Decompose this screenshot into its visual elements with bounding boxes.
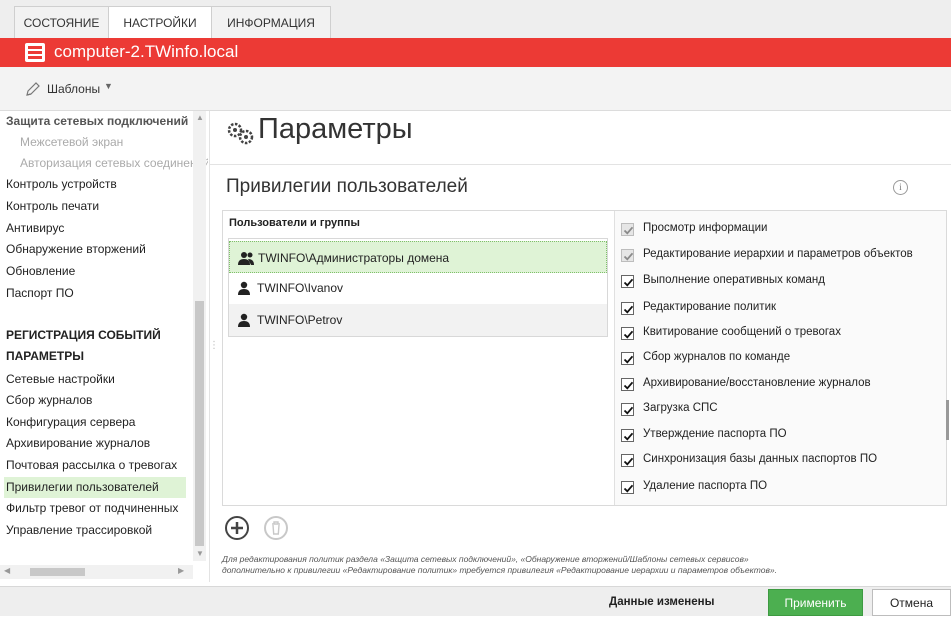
group-icon	[238, 252, 254, 265]
gears-icon	[227, 122, 254, 145]
sidebar-item-alarm-mailing[interactable]: Почтовая рассылка о тревогах	[6, 455, 194, 476]
user-icon	[238, 313, 250, 327]
permission-label: Архивирование/восстановление журналов	[643, 377, 871, 389]
permission-checkbox[interactable]	[621, 429, 634, 442]
sidebar-item-network-protection[interactable]: Защита сетевых подключений	[6, 111, 194, 132]
user-icon	[238, 281, 250, 295]
user-name: TWINFO\Администраторы домена	[258, 251, 450, 265]
right-scrollbar-edge[interactable]	[946, 400, 949, 440]
permission-checkbox[interactable]	[621, 403, 634, 416]
host-name: computer-2.TWinfo.local	[54, 42, 239, 61]
server-icon	[25, 43, 45, 62]
permission-label: Сбор журналов по команде	[643, 351, 791, 363]
privileges-note: Для редактирования политик раздела «Защи…	[222, 554, 947, 576]
permission-label: Редактирование иерархии и параметров объ…	[643, 248, 913, 260]
permission-label: Редактирование политик	[643, 301, 777, 313]
sidebar-item-connection-auth[interactable]: Авторизация сетевых соединений	[20, 153, 208, 174]
add-icon[interactable]	[224, 515, 250, 541]
sidebar-item-log-collection[interactable]: Сбор журналов	[6, 390, 194, 411]
templates-button[interactable]: Шаблоны	[47, 82, 100, 96]
sidebar-item-update[interactable]: Обновление	[6, 261, 194, 282]
permission-label: Просмотр информации	[643, 222, 768, 234]
permission-label: Утверждение паспорта ПО	[643, 428, 787, 440]
section-title: Привилегии пользователей	[226, 176, 468, 197]
permission-label: Удаление паспорта ПО	[643, 480, 768, 492]
user-name: TWINFO\Petrov	[257, 313, 343, 327]
sidebar-header-event-logging[interactable]: РЕГИСТРАЦИЯ СОБЫТИЙ	[6, 325, 194, 346]
templates-toolbar: Шаблоны ▼	[0, 67, 951, 111]
note-line-1: Для редактирования политик раздела «Защи…	[222, 554, 749, 564]
cancel-button[interactable]: Отмена	[872, 589, 951, 616]
tab-settings[interactable]: НАСТРОЙКИ	[108, 6, 212, 39]
footer-bar: Данные изменены Применить Отмена	[0, 586, 951, 616]
sidebar-item-software-passport[interactable]: Паспорт ПО	[6, 283, 194, 304]
sidebar-item-device-control[interactable]: Контроль устройств	[6, 174, 194, 195]
permission-checkbox[interactable]	[621, 481, 634, 494]
scroll-up-icon[interactable]: ▲	[196, 113, 204, 122]
user-name: TWINFO\Ivanov	[257, 281, 344, 295]
sidebar-item-print-control[interactable]: Контроль печати	[6, 196, 194, 217]
sidebar-item-intrusion-detection[interactable]: Обнаружение вторжений	[6, 239, 194, 260]
sidebar-item-user-privileges[interactable]: Привилегии пользователей	[4, 477, 186, 498]
host-bar: computer-2.TWinfo.local	[0, 38, 951, 67]
permission-label: Квитирование сообщений о тревогах	[643, 326, 841, 338]
scrollbar-thumb[interactable]	[30, 568, 85, 576]
permission-checkbox[interactable]	[621, 378, 634, 391]
permission-checkbox[interactable]	[621, 352, 634, 365]
permission-label: Выполнение оперативных команд	[643, 274, 825, 286]
top-tab-bar: СОСТОЯНИЕ НАСТРОЙКИ ИНФОРМАЦИЯ	[0, 0, 951, 39]
sidebar-item-network-settings[interactable]: Сетевые настройки	[6, 369, 194, 390]
pencil-icon[interactable]	[24, 80, 42, 98]
sidebar-horizontal-scrollbar[interactable]: ◀ ▶	[0, 565, 193, 579]
user-row-petrov[interactable]: TWINFO\Petrov	[229, 304, 607, 336]
sidebar-vertical-scrollbar[interactable]: ▲ ▼	[193, 111, 206, 561]
permission-checkbox[interactable]	[621, 327, 634, 340]
sidebar-item-alarm-filter[interactable]: Фильтр тревог от подчиненных	[6, 498, 194, 519]
chevron-down-icon[interactable]: ▼	[104, 81, 113, 91]
user-row-ivanov[interactable]: TWINFO\Ivanov	[229, 272, 607, 304]
info-icon[interactable]: i	[893, 180, 908, 195]
permission-checkbox[interactable]	[621, 454, 634, 467]
page-title: Параметры	[258, 113, 413, 145]
sidebar-item-log-archiving[interactable]: Архивирование журналов	[6, 433, 194, 454]
sidebar-header-parameters[interactable]: ПАРАМЕТРЫ	[6, 346, 194, 367]
scroll-left-icon[interactable]: ◀	[4, 566, 10, 575]
permission-label: Синхронизация базы данных паспортов ПО	[643, 453, 878, 465]
sidebar-item-server-config[interactable]: Конфигурация сервера	[6, 412, 194, 433]
note-line-2: дополнительно к привилегии «Редактирован…	[222, 565, 777, 575]
apply-button[interactable]: Применить	[768, 589, 863, 616]
sidebar-item-antivirus[interactable]: Антивирус	[6, 218, 194, 239]
users-header: Пользователи и группы	[229, 217, 360, 229]
trash-icon[interactable]	[263, 515, 289, 541]
status-text: Данные изменены	[609, 596, 715, 608]
tab-info[interactable]: ИНФОРМАЦИЯ	[211, 6, 331, 38]
permission-checkbox	[621, 223, 634, 236]
permission-checkbox	[621, 249, 634, 262]
scroll-right-icon[interactable]: ▶	[178, 566, 184, 575]
tab-state[interactable]: СОСТОЯНИЕ	[14, 6, 109, 38]
scrollbar-thumb[interactable]	[195, 301, 204, 546]
permission-checkbox[interactable]	[621, 302, 634, 315]
sidebar-item-trace-control[interactable]: Управление трассировкой	[6, 520, 194, 541]
permission-label: Загрузка СПС	[643, 402, 718, 414]
user-row-domain-admins[interactable]: TWINFO\Администраторы домена	[229, 241, 607, 273]
sidebar-item-firewall[interactable]: Межсетевой экран	[20, 132, 208, 153]
scroll-down-icon[interactable]: ▼	[196, 549, 204, 558]
permission-checkbox[interactable]	[621, 275, 634, 288]
sidebar: Защита сетевых подключений Межсетевой эк…	[0, 111, 210, 582]
